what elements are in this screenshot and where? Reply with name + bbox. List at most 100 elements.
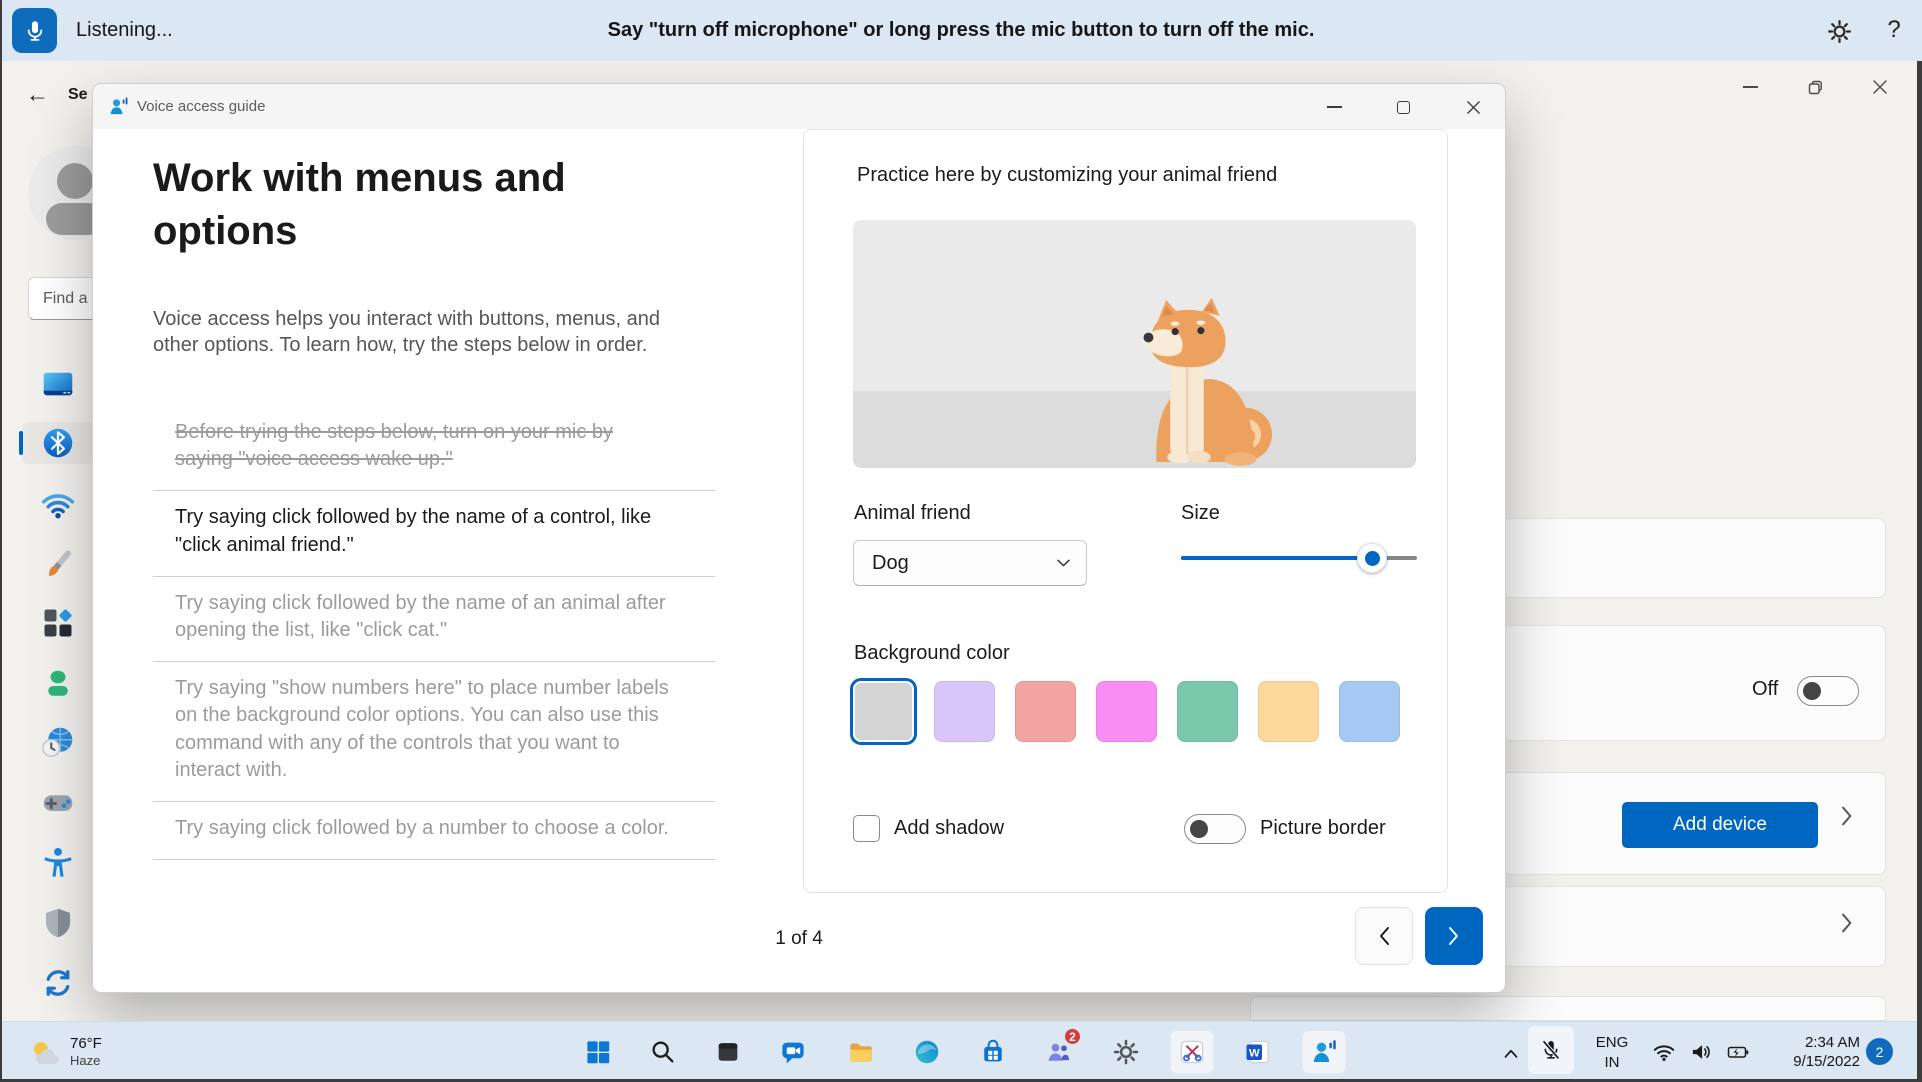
taskbar: 76°F Haze xyxy=(0,1021,1922,1082)
store-button[interactable] xyxy=(971,1030,1015,1074)
word-icon: W xyxy=(1243,1037,1273,1067)
chevron-right-icon[interactable] xyxy=(1840,806,1854,826)
swatch-lavender[interactable] xyxy=(934,681,995,742)
dialog-heading: Work with menus and options xyxy=(153,152,653,258)
tray-battery[interactable] xyxy=(1721,1037,1755,1067)
restore-button[interactable] xyxy=(1799,72,1831,102)
sidebar-item-accounts[interactable] xyxy=(40,665,76,701)
bluetooth-icon xyxy=(40,425,76,461)
wifi-icon xyxy=(1651,1039,1677,1065)
dialog-maximize-button[interactable] xyxy=(1388,92,1418,122)
sidebar-item-network[interactable] xyxy=(40,486,76,522)
start-button[interactable] xyxy=(576,1030,620,1074)
restore-icon xyxy=(1807,79,1824,96)
swatch-pink[interactable] xyxy=(1096,681,1157,742)
microsoft-store-icon xyxy=(978,1037,1008,1067)
size-slider-thumb[interactable] xyxy=(1357,543,1387,573)
settings-app-button[interactable] xyxy=(1104,1030,1148,1074)
sidebar-item-windows-update[interactable] xyxy=(40,965,76,1001)
add-device-button[interactable]: Add device xyxy=(1622,802,1818,848)
tray-volume[interactable] xyxy=(1685,1036,1717,1068)
time-language-icon xyxy=(40,724,76,760)
dialog-close-button[interactable] xyxy=(1458,92,1488,122)
sidebar-item-apps[interactable] xyxy=(40,605,76,641)
dialog-intro: Voice access helps you interact with but… xyxy=(153,306,733,359)
sidebar-selected-indicator xyxy=(19,431,23,455)
teams-button[interactable]: 2 xyxy=(1036,1030,1080,1074)
close-icon xyxy=(1466,100,1481,115)
screen: ← Se Find a xyxy=(0,0,1922,1082)
step-item: Try saying click followed by the name of… xyxy=(153,577,715,662)
tray-mic-muted-button[interactable] xyxy=(1528,1026,1574,1074)
size-slider[interactable] xyxy=(1181,542,1417,574)
picture-border-label: Picture border xyxy=(1260,817,1386,840)
language-switcher[interactable]: ENG IN xyxy=(1586,1028,1638,1077)
dialog-title: Voice access guide xyxy=(137,84,265,129)
next-page-button[interactable] xyxy=(1425,907,1483,965)
help-button[interactable]: ? xyxy=(1876,12,1912,48)
previous-page-button[interactable] xyxy=(1355,907,1413,965)
dark-window-app-button[interactable] xyxy=(706,1030,750,1074)
animal-friend-label: Animal friend xyxy=(854,502,971,525)
microphone-muted-icon xyxy=(1539,1038,1563,1062)
animal-preview xyxy=(853,220,1416,468)
chat-button[interactable] xyxy=(771,1030,815,1074)
sidebar-item-privacy-security[interactable] xyxy=(40,905,76,941)
sidebar-item-system[interactable] xyxy=(40,366,76,402)
svg-text:W: W xyxy=(1249,1048,1260,1060)
clock-widget[interactable]: 2:34 AM 9/15/2022 xyxy=(1756,1027,1860,1077)
voice-settings-button[interactable] xyxy=(1822,14,1856,48)
snipping-tool-button[interactable] xyxy=(1170,1030,1214,1074)
word-button[interactable]: W xyxy=(1236,1030,1280,1074)
voice-status-text: Listening... xyxy=(76,0,173,61)
chat-icon xyxy=(778,1037,808,1067)
sidebar-item-bluetooth-devices[interactable] xyxy=(40,425,76,461)
sidebar-item-accessibility[interactable] xyxy=(40,845,76,881)
swatch-blue[interactable] xyxy=(1339,681,1400,742)
step-item: Before trying the steps below, turn on y… xyxy=(153,406,715,491)
tray-time: 2:34 AM xyxy=(1805,1033,1860,1052)
sidebar-item-time-language[interactable] xyxy=(40,724,76,760)
toggle-knob xyxy=(1803,682,1821,700)
minimize-button[interactable] xyxy=(1734,72,1766,102)
chevron-left-icon xyxy=(1376,925,1392,947)
minimize-icon xyxy=(1327,106,1342,108)
sidebar-item-gaming[interactable] xyxy=(40,784,76,820)
edge-button[interactable] xyxy=(905,1030,949,1074)
close-button[interactable] xyxy=(1864,72,1896,102)
chevron-right-icon[interactable] xyxy=(1840,913,1854,933)
settings-off-toggle[interactable] xyxy=(1797,676,1859,706)
swatch-peach[interactable] xyxy=(1258,681,1319,742)
dialog-minimize-button[interactable] xyxy=(1319,92,1349,122)
file-explorer-icon xyxy=(846,1037,876,1067)
animal-friend-dropdown[interactable]: Dog xyxy=(853,540,1087,586)
sidebar-item-personalization[interactable] xyxy=(40,546,76,582)
swatch-salmon[interactable] xyxy=(1015,681,1076,742)
swatch-gray[interactable] xyxy=(853,681,914,742)
taskbar-search-button[interactable] xyxy=(641,1030,685,1074)
snipping-tool-icon xyxy=(1177,1037,1207,1067)
add-shadow-checkbox[interactable] xyxy=(853,815,880,842)
dark-window-app-icon xyxy=(714,1038,742,1066)
swatch-teal[interactable] xyxy=(1177,681,1238,742)
picture-border-toggle[interactable] xyxy=(1184,814,1246,844)
voice-access-button[interactable] xyxy=(1302,1030,1346,1074)
tray-wifi[interactable] xyxy=(1648,1036,1680,1068)
tray-expand-button[interactable] xyxy=(1496,1038,1526,1068)
notification-count-badge[interactable]: 2 xyxy=(1866,1038,1893,1065)
tray-date: 9/15/2022 xyxy=(1793,1052,1860,1071)
weather-widget[interactable]: 76°F Haze xyxy=(22,1027,108,1077)
voice-access-bar: Listening... Say "turn off microphone" o… xyxy=(0,0,1922,61)
maximize-icon xyxy=(1397,101,1410,114)
back-button[interactable]: ← xyxy=(26,81,49,108)
step-item: Try saying click followed by the name of… xyxy=(153,491,715,576)
language-line2: IN xyxy=(1605,1053,1620,1073)
network-wifi-icon xyxy=(40,486,76,522)
file-explorer-button[interactable] xyxy=(839,1030,883,1074)
animal-friend-value: Dog xyxy=(872,552,909,575)
practice-card: Practice here by customizing your animal… xyxy=(803,129,1448,893)
minimize-icon xyxy=(1743,86,1758,88)
microphone-button[interactable] xyxy=(12,8,57,53)
gaming-gamepad-icon xyxy=(40,784,76,820)
question-mark-icon: ? xyxy=(1887,16,1900,44)
